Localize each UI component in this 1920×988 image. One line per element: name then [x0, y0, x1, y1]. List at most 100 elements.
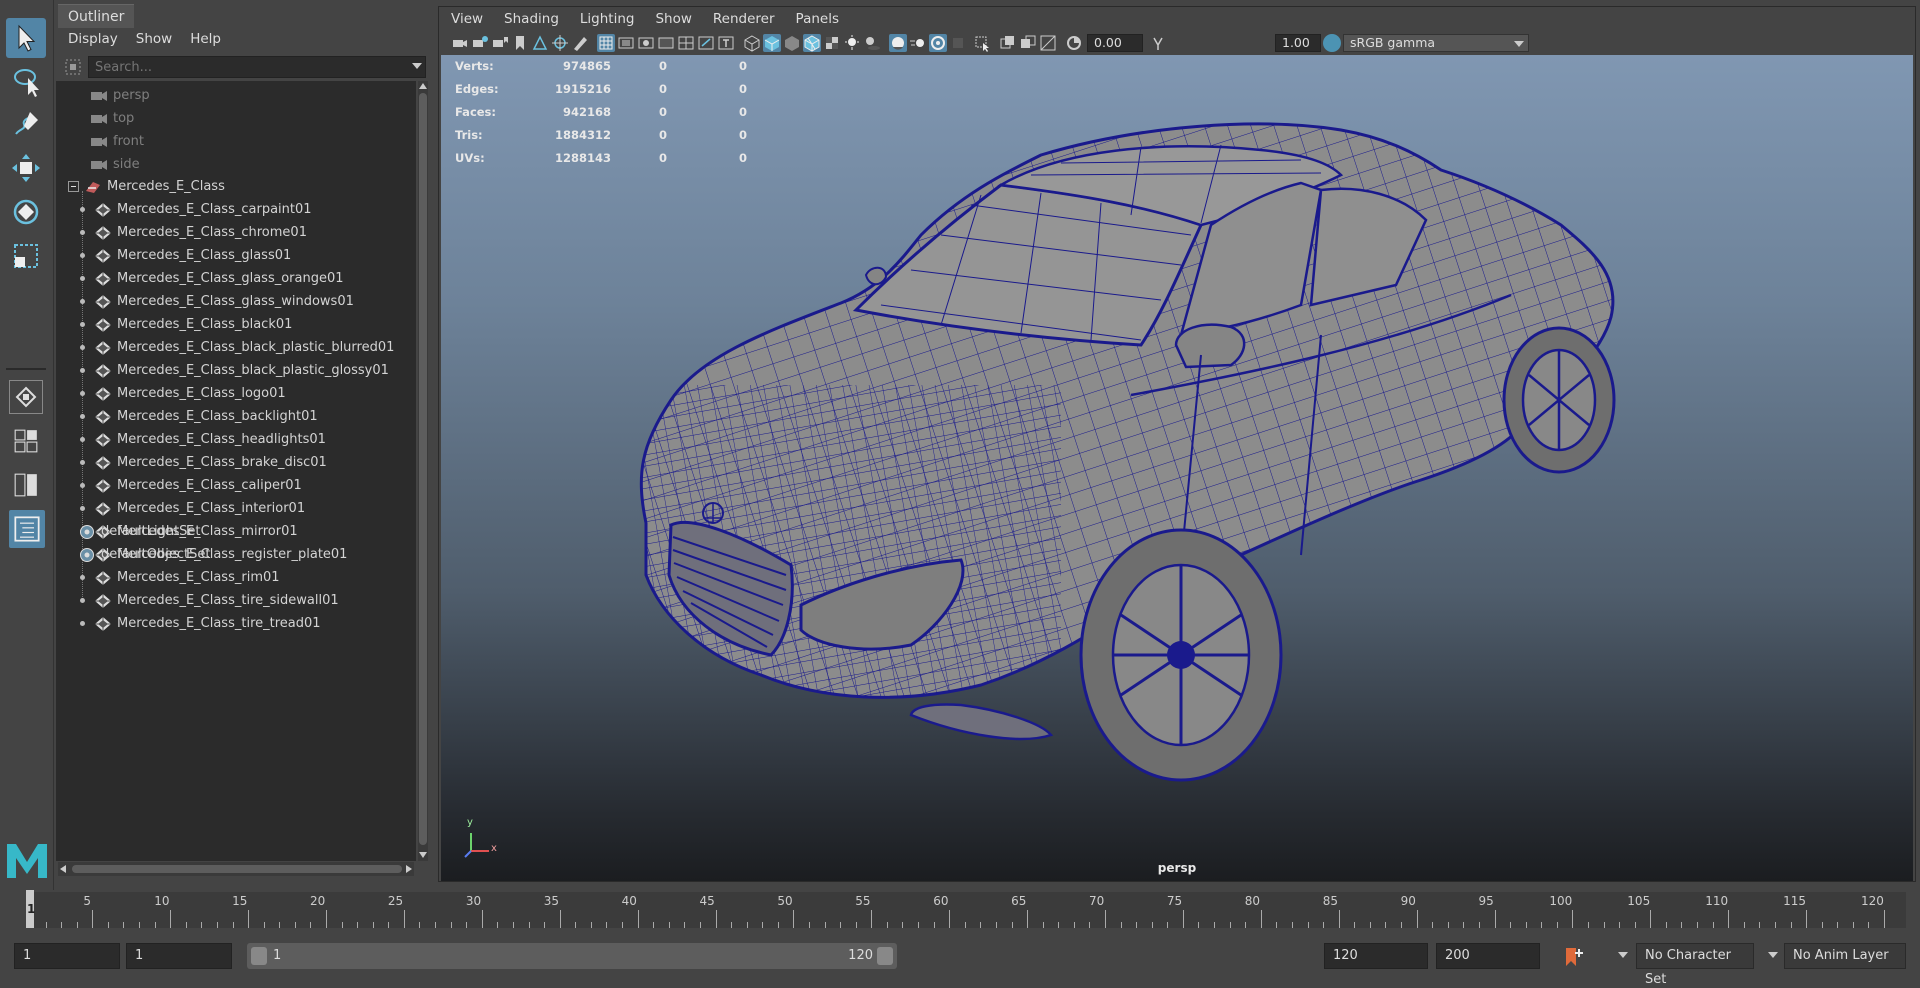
tree-item-mesh[interactable]: Mercedes_E_Class_tire_tread01	[94, 612, 321, 635]
xray-joints-icon[interactable]	[1019, 34, 1037, 52]
range-start-handle[interactable]	[251, 947, 267, 965]
viewport-menu-lighting[interactable]: Lighting	[580, 7, 635, 31]
collapse-toggle[interactable]	[68, 181, 79, 192]
tree-item-top[interactable]: top	[90, 107, 134, 130]
character-set-chevron-down-icon[interactable]	[1618, 952, 1628, 958]
tree-item-mesh[interactable]: Mercedes_E_Class_black01	[94, 313, 292, 336]
xray-icon[interactable]	[999, 34, 1017, 52]
tree-item-mesh[interactable]: Mercedes_E_Class_glass_orange01	[94, 267, 344, 290]
wireframe-icon[interactable]	[743, 34, 761, 52]
chevron-down-icon[interactable]	[1514, 41, 1524, 47]
single-view-layout-icon[interactable]	[9, 380, 43, 414]
gamma-field[interactable]: 1.00	[1275, 34, 1321, 52]
tree-item-mesh[interactable]: Mercedes_E_Class_caliper01	[94, 474, 302, 497]
tree-item-mesh[interactable]: Mercedes_E_Class_tire_sidewall01	[94, 589, 339, 612]
tree-item-mesh[interactable]: Mercedes_E_Class_headlights01	[94, 428, 326, 451]
bookmark-icon[interactable]	[511, 34, 529, 52]
tree-item-mesh[interactable]: Mercedes_E_Class_interior01	[94, 497, 305, 520]
outliner-layout-icon[interactable]	[9, 510, 45, 548]
tree-item-mesh[interactable]: Mercedes_E_Class_backlight01	[94, 405, 318, 428]
safe-title-icon[interactable]	[717, 34, 735, 52]
playback-end-field[interactable]: 120	[1324, 943, 1428, 969]
outliner-tab[interactable]: Outliner	[58, 4, 135, 28]
four-view-layout-icon[interactable]	[9, 424, 43, 458]
tree-item-mesh[interactable]: Mercedes_E_Class_black_plastic_glossy01	[94, 359, 389, 382]
viewport-menu-view[interactable]: View	[451, 7, 483, 31]
two-d-pan-zoom-icon[interactable]	[551, 34, 569, 52]
anim-layer-dropdown[interactable]: No Anim Layer	[1784, 943, 1906, 969]
outliner-menu-display[interactable]: Display	[68, 28, 118, 50]
field-chart-icon[interactable]	[677, 34, 695, 52]
exposure-field[interactable]: 0.00	[1087, 34, 1143, 52]
depth-of-field-icon[interactable]	[949, 34, 967, 52]
default-material-icon[interactable]	[783, 34, 801, 52]
outliner-menu-help[interactable]: Help	[190, 28, 221, 50]
scroll-left-icon[interactable]	[60, 865, 66, 873]
isolate-select-icon[interactable]	[973, 34, 991, 52]
shadows-icon[interactable]	[863, 34, 881, 52]
viewport-3d[interactable]: Verts: 974865 0 0 Edges: 1915216 0 0 Faces: 94216…	[441, 55, 1913, 881]
anti-aliasing-icon[interactable]	[929, 34, 947, 52]
wireframe-on-shaded-icon[interactable]	[803, 34, 821, 52]
use-all-lights-icon[interactable]	[843, 34, 861, 52]
playback-start-field[interactable]: 1	[126, 943, 232, 969]
viewport-menu-shading[interactable]: Shading	[504, 7, 559, 31]
filter-icon[interactable]	[64, 58, 82, 76]
color-space-dropdown[interactable]: sRGB gamma	[1343, 34, 1529, 52]
time-slider[interactable]: 5 10 15 20 25 30 35 40 45 50 55 60 65 70 75 80 85 90 95 100…	[0, 890, 1920, 930]
lasso-tool-icon[interactable]	[6, 62, 46, 102]
textured-icon[interactable]	[823, 34, 841, 52]
tree-item-persp[interactable]: persp	[90, 84, 150, 107]
film-gate-icon[interactable]	[617, 34, 635, 52]
tree-item-mesh[interactable]: Mercedes_E_Class_brake_disc01	[94, 451, 327, 474]
time-ruler[interactable]: 5 10 15 20 25 30 35 40 45 50 55 60 65 70 75 80 85 90 95 100…	[26, 892, 1906, 928]
auto-key-icon[interactable]	[1562, 945, 1584, 969]
bookmark-camera-icon[interactable]	[491, 34, 509, 52]
outliner-vertical-scrollbar[interactable]	[418, 81, 428, 861]
scale-tool-icon[interactable]	[6, 236, 46, 276]
exposure-icon[interactable]	[1065, 34, 1083, 52]
tree-item-default-light-set[interactable]: defaultLightSet	[78, 520, 201, 543]
playback-range-slider[interactable]: 1 120	[247, 943, 897, 969]
grid-icon[interactable]	[597, 34, 615, 52]
xray-components-icon[interactable]	[1039, 34, 1057, 52]
rotate-tool-icon[interactable]	[6, 192, 46, 232]
animation-end-field[interactable]: 200	[1436, 943, 1540, 969]
grease-pencil-icon[interactable]	[571, 34, 589, 52]
outliner-horizontal-scrollbar[interactable]	[58, 862, 414, 876]
smooth-shade-icon[interactable]	[763, 34, 781, 52]
motion-blur-icon[interactable]	[909, 34, 927, 52]
safe-action-icon[interactable]	[697, 34, 715, 52]
tree-item-mesh[interactable]: Mercedes_E_Class_carpaint01	[94, 198, 312, 221]
tree-item-mesh[interactable]: Mercedes_E_Class_rim01	[94, 566, 280, 589]
scrollbar-thumb[interactable]	[72, 865, 402, 873]
move-tool-icon[interactable]	[6, 148, 46, 188]
tree-item-mesh[interactable]: Mercedes_E_Class_glass_windows01	[94, 290, 354, 313]
select-camera-icon[interactable]	[451, 34, 469, 52]
image-plane-icon[interactable]	[531, 34, 549, 52]
tree-item-mesh[interactable]: Mercedes_E_Class_glass01	[94, 244, 291, 267]
two-view-layout-icon[interactable]	[9, 468, 43, 502]
scrollbar-thumb[interactable]	[419, 93, 427, 845]
tree-item-mesh[interactable]: Mercedes_E_Class_logo01	[94, 382, 286, 405]
outliner-search-input[interactable]	[88, 56, 426, 78]
gate-mask-icon[interactable]	[657, 34, 675, 52]
viewport-menu-renderer[interactable]: Renderer	[713, 7, 775, 31]
tree-item-front[interactable]: front	[90, 130, 144, 153]
color-management-toggle-icon[interactable]	[1323, 34, 1341, 52]
scroll-down-icon[interactable]	[419, 852, 427, 858]
tree-item-default-object-set[interactable]: defaultObjectSet	[78, 543, 210, 566]
paint-select-tool-icon[interactable]	[6, 104, 46, 144]
range-end-handle[interactable]	[877, 947, 893, 965]
animation-start-field[interactable]: 1	[14, 943, 120, 969]
search-options-chevron-down-icon[interactable]	[412, 63, 422, 69]
scroll-right-icon[interactable]	[406, 865, 412, 873]
resolution-gate-icon[interactable]	[637, 34, 655, 52]
tree-item-side[interactable]: side	[90, 153, 140, 176]
scroll-up-icon[interactable]	[419, 83, 427, 89]
select-tool-icon[interactable]	[6, 18, 46, 58]
anim-layer-chevron-down-icon[interactable]	[1768, 952, 1778, 958]
outliner-menu-show[interactable]: Show	[136, 28, 172, 50]
viewport-menu-panels[interactable]: Panels	[796, 7, 839, 31]
viewport-menu-show[interactable]: Show	[655, 7, 691, 31]
